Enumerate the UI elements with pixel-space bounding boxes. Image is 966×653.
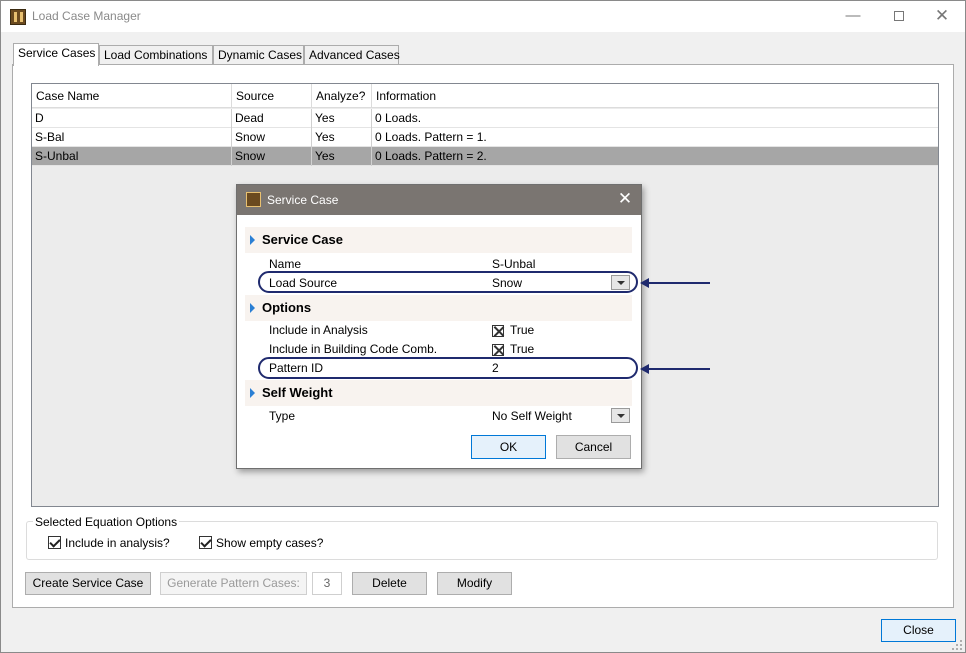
include-in-analysis-checkbox[interactable]: Include in analysis? xyxy=(48,535,170,551)
cell-analyze: Yes xyxy=(312,109,372,128)
tab-advanced-cases[interactable]: Advanced Cases xyxy=(304,45,400,65)
load-source-highlight xyxy=(258,271,638,293)
callout-arrow-line xyxy=(647,282,710,284)
callout-arrowhead xyxy=(640,278,649,288)
tab-service-cases[interactable]: Service Cases xyxy=(13,43,99,66)
create-service-case-button[interactable]: Create Service Case xyxy=(25,572,151,595)
ok-button[interactable]: OK xyxy=(471,435,546,459)
cell-analyze: Yes xyxy=(312,128,372,147)
dialog-title-bar: Service Case ✕ xyxy=(237,185,641,215)
cell-source: Dead xyxy=(232,109,312,128)
dialog-title: Service Case xyxy=(267,193,339,207)
generate-pattern-cases-button[interactable]: Generate Pattern Cases: xyxy=(160,572,307,595)
table-row[interactable]: S-Bal Snow Yes 0 Loads. Pattern = 1. xyxy=(32,128,938,147)
section-service-case-label: Service Case xyxy=(262,232,343,247)
callout-arrow-line xyxy=(647,368,710,370)
cell-analyze: Yes xyxy=(312,147,372,166)
app-icon xyxy=(246,192,261,207)
column-header-information[interactable]: Information xyxy=(372,84,938,108)
include-in-analysis-label: Include in Analysis xyxy=(269,323,368,337)
section-options[interactable]: Options xyxy=(245,295,632,321)
cell-case-name: S-Bal xyxy=(32,128,232,147)
include-in-analysis-label: Include in analysis? xyxy=(65,535,170,550)
title-bar: Load Case Manager — ✕ xyxy=(1,1,965,32)
type-label: Type xyxy=(269,409,296,423)
maximize-button[interactable] xyxy=(876,1,922,32)
dialog-close-button[interactable]: ✕ xyxy=(613,189,637,209)
cell-case-name: D xyxy=(32,109,232,128)
section-self-weight[interactable]: Self Weight xyxy=(245,380,632,406)
close-button[interactable]: Close xyxy=(881,619,956,642)
pattern-id-highlight xyxy=(258,357,638,379)
load-case-manager-window: Load Case Manager — ✕ Service Cases Load… xyxy=(0,0,966,653)
expand-arrow-icon xyxy=(250,303,255,313)
window-title: Load Case Manager xyxy=(32,9,141,23)
include-building-code-value: True xyxy=(510,342,535,356)
tab-dynamic-cases[interactable]: Dynamic Cases xyxy=(213,45,304,65)
cancel-button[interactable]: Cancel xyxy=(556,435,631,459)
include-in-analysis-field[interactable]: True xyxy=(492,323,534,337)
table-row[interactable]: D Dead Yes 0 Loads. xyxy=(32,109,938,128)
app-icon xyxy=(10,9,26,25)
expand-arrow-icon xyxy=(250,388,255,398)
checkbox-x-icon xyxy=(492,343,504,356)
section-service-case[interactable]: Service Case xyxy=(245,227,632,253)
modify-button[interactable]: Modify xyxy=(437,572,512,595)
grid-header: Case Name Source Analyze? Information xyxy=(32,84,938,108)
include-building-code-field[interactable]: True xyxy=(492,342,534,356)
type-dropdown-button[interactable] xyxy=(611,408,630,423)
table-row-selected[interactable]: S-Unbal Snow Yes 0 Loads. Pattern = 2. xyxy=(32,147,938,166)
type-value[interactable]: No Self Weight xyxy=(492,409,572,423)
cell-source: Snow xyxy=(232,147,312,166)
expand-arrow-icon xyxy=(250,235,255,245)
cell-information: 0 Loads. Pattern = 2. xyxy=(375,149,487,163)
checkbox-check-icon xyxy=(199,536,212,550)
close-window-button[interactable]: ✕ xyxy=(919,1,965,32)
resize-grip-icon[interactable] xyxy=(951,639,963,651)
cell-information: 0 Loads. xyxy=(375,111,422,125)
delete-button[interactable]: Delete xyxy=(352,572,427,595)
cell-source: Snow xyxy=(232,128,312,147)
callout-arrowhead xyxy=(640,364,649,374)
tab-load-combinations[interactable]: Load Combinations xyxy=(99,45,213,65)
equation-options-legend: Selected Equation Options xyxy=(33,515,180,529)
section-self-weight-label: Self Weight xyxy=(262,385,333,400)
pattern-count-input[interactable]: 3 xyxy=(312,572,342,595)
name-value[interactable]: S-Unbal xyxy=(492,257,535,271)
include-building-code-label: Include in Building Code Comb. xyxy=(269,342,438,356)
maximize-icon xyxy=(894,11,904,22)
show-empty-cases-checkbox[interactable]: Show empty cases? xyxy=(199,535,323,551)
column-header-case-name[interactable]: Case Name xyxy=(32,84,232,108)
cell-information: 0 Loads. Pattern = 1. xyxy=(375,130,487,144)
show-empty-cases-label: Show empty cases? xyxy=(216,535,324,550)
minimize-button[interactable]: — xyxy=(830,1,876,32)
column-header-source[interactable]: Source xyxy=(232,84,312,108)
column-header-analyze[interactable]: Analyze? xyxy=(312,84,372,108)
cell-case-name: S-Unbal xyxy=(32,147,232,166)
name-label: Name xyxy=(269,257,302,271)
include-in-analysis-value: True xyxy=(510,323,535,337)
section-options-label: Options xyxy=(262,300,312,315)
checkbox-check-icon xyxy=(48,536,61,550)
service-case-dialog: Service Case ✕ Service Case Name S-Unbal… xyxy=(236,184,642,469)
checkbox-x-icon xyxy=(492,324,504,337)
